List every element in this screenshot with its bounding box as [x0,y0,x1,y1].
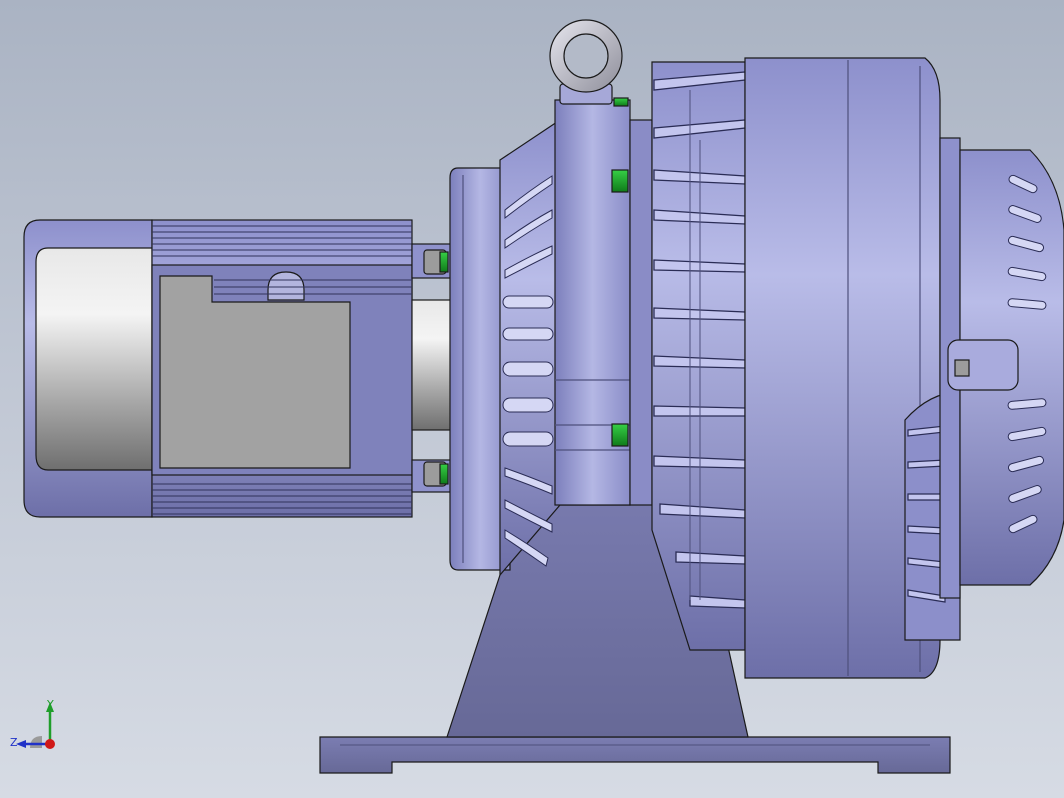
cad-viewport[interactable]: Y Z [0,0,1064,798]
triad-z-label: Z [10,736,18,749]
triad-y-label: Y [46,698,54,711]
output-drum [744,57,961,679]
gear-motor-model [23,19,1064,774]
reducer-housing [499,97,631,577]
coordinate-triad-icon[interactable]: Y Z [8,698,68,758]
rear-fan-cover [939,137,1064,599]
lifting-eye-bolt-icon [549,19,623,105]
electric-motor [23,219,455,518]
